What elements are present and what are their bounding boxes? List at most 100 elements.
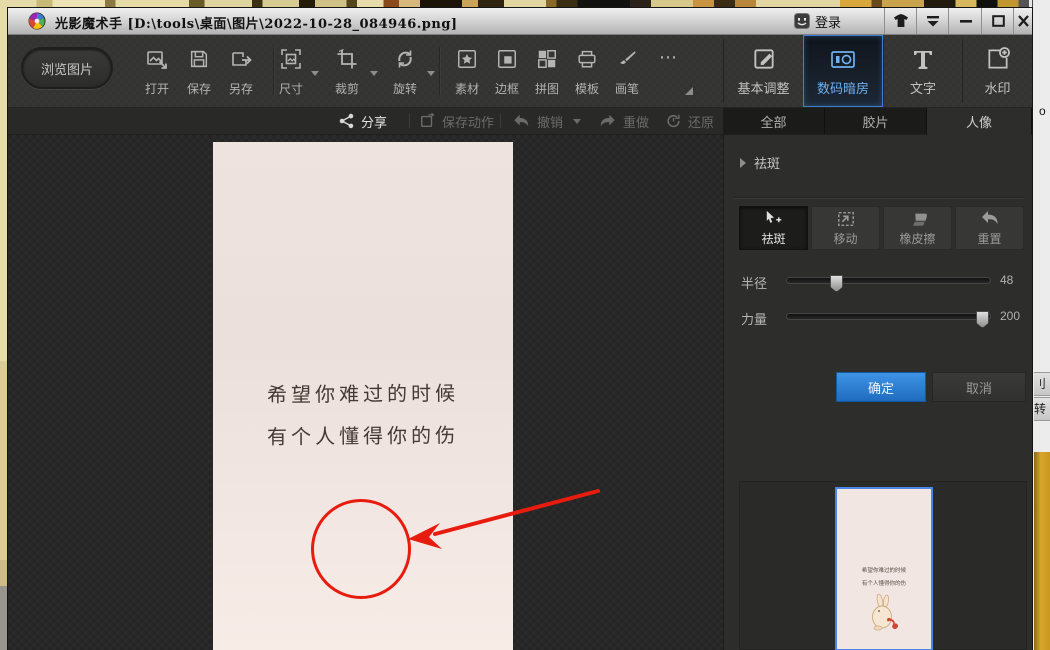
crop-dropdown-arrow-icon[interactable] [370, 71, 378, 76]
template-button[interactable]: 模板 [565, 44, 609, 99]
eraser-icon [907, 210, 929, 228]
chevron-right-icon [740, 158, 746, 168]
radius-slider-track[interactable] [786, 277, 991, 284]
actionbar-separator [500, 114, 501, 128]
corner-expand-icon [685, 87, 693, 95]
confirm-button[interactable]: 确定 [836, 372, 926, 402]
toolbar-separator [439, 47, 441, 95]
collapse-window-button[interactable] [916, 8, 949, 34]
resize-dropdown-arrow-icon[interactable] [311, 71, 319, 76]
frame-border-icon [496, 46, 518, 72]
brush-button[interactable]: 画笔 [605, 44, 649, 99]
reset-undo-icon [980, 210, 1000, 228]
thumbnail-strip: 希望你难过的时候 有个人懂得你的伤 [739, 481, 1027, 650]
ellipsis-icon: ⋯ [659, 47, 678, 68]
tab-portrait[interactable]: 人像 [927, 108, 1032, 135]
resize-icon [279, 46, 303, 72]
tab-all-filters[interactable]: 全部 [723, 108, 825, 135]
login-button[interactable]: 登录 [794, 8, 841, 34]
actionbar-separator [409, 114, 410, 128]
blemish-cursor-icon [763, 210, 785, 228]
window-title: 光影魔术手 [D:\tools\桌面\图片\2022-10-28_084946.… [55, 13, 458, 32]
double-chevron-down-icon [926, 15, 940, 27]
right-panel: 祛斑 祛斑 移动 [723, 135, 1032, 650]
share-button[interactable]: 分享 [338, 108, 387, 134]
close-button[interactable] [1013, 8, 1033, 34]
restore-icon [665, 113, 682, 129]
restore-button[interactable]: 还原 [665, 108, 714, 134]
collage-grid-icon [536, 46, 558, 72]
mode-digital-darkroom-button[interactable]: 数码暗房 [803, 35, 883, 107]
collage-button[interactable]: 拼图 [525, 44, 569, 99]
minimize-button[interactable] [948, 8, 982, 34]
edit-square-icon [751, 46, 777, 72]
rabbit-illustration [865, 593, 905, 635]
image-thumbnail[interactable]: 希望你难过的时候 有个人懂得你的伤 [835, 487, 933, 650]
browse-images-button[interactable]: 浏览图片 [21, 47, 113, 89]
strength-slider-thumb[interactable] [976, 311, 989, 328]
mode-text-button[interactable]: 文字 [884, 35, 962, 107]
login-label: 登录 [815, 12, 841, 31]
desktop-background-top [0, 0, 1050, 8]
redo-icon [598, 113, 617, 129]
watermark-icon [985, 46, 1011, 72]
strength-value: 200 [1000, 309, 1020, 323]
undo-button[interactable]: 撤销 [512, 108, 581, 134]
minimize-icon [959, 15, 973, 27]
save-action-icon [419, 113, 436, 129]
shirt-icon [893, 14, 909, 28]
redo-button[interactable]: 重做 [598, 108, 649, 134]
mode-watermark-button[interactable]: 水印 [963, 35, 1032, 107]
close-icon [1017, 15, 1030, 27]
save-icon [188, 46, 210, 72]
action-bar: 分享 保存动作 撤销 [8, 108, 723, 135]
crop-icon [335, 46, 359, 72]
desktop-background-left [0, 8, 8, 650]
tab-film[interactable]: 胶片 [825, 108, 927, 135]
save-button[interactable]: 保存 [177, 44, 221, 99]
crop-button[interactable]: 裁剪 [325, 44, 369, 99]
radius-slider-thumb[interactable] [830, 275, 843, 292]
section-divider [734, 197, 1024, 199]
open-icon [145, 46, 169, 72]
tool-reset-button[interactable]: 重置 [955, 206, 1024, 250]
tool-blemish-button[interactable]: 祛斑 [739, 206, 808, 250]
edge-text-fragment: o [1039, 104, 1046, 118]
save-as-button[interactable]: 另存 [219, 44, 263, 99]
canvas-area[interactable]: 希望你难过的时候 有个人懂得你的伤 [8, 135, 723, 650]
mode-basic-adjust-button[interactable]: 基本调整 [724, 35, 803, 107]
browse-images-label: 浏览图片 [41, 59, 93, 78]
rotate-button[interactable]: 旋转 [383, 44, 427, 99]
maximize-icon [992, 15, 1005, 27]
save-action-button[interactable]: 保存动作 [419, 108, 494, 134]
material-button[interactable]: 素材 [445, 44, 489, 99]
tool-move-button[interactable]: 移动 [811, 206, 880, 250]
strength-slider-track[interactable] [786, 313, 991, 320]
skin-theme-button[interactable] [884, 8, 917, 34]
maximize-button[interactable] [981, 8, 1014, 34]
thumbnail-text-line1: 希望你难过的时候 [841, 565, 927, 573]
undo-icon [512, 113, 531, 129]
cancel-button[interactable]: 取消 [932, 372, 1026, 402]
rotate-dropdown-arrow-icon[interactable] [427, 71, 435, 76]
red-arrow-annotation [8, 135, 723, 650]
material-star-icon [456, 46, 478, 72]
app-root: o 刂 转 光影魔术手 [D:\tools\桌面\图片\2022-10-28_0… [0, 0, 1050, 650]
template-printer-icon [575, 46, 599, 72]
main-toolbar: 浏览图片 打开 [8, 35, 1032, 108]
app-logo-icon [28, 12, 46, 30]
thumbnail-text-line2: 有个人懂得你的伤 [841, 578, 927, 586]
edge-button-fragment: 刂 [1034, 372, 1050, 396]
share-icon [338, 113, 355, 129]
text-T-icon [911, 46, 935, 72]
undo-dropdown-arrow-icon[interactable] [573, 119, 581, 124]
tool-eraser-button[interactable]: 橡皮擦 [883, 206, 952, 250]
frame-border-button[interactable]: 边框 [485, 44, 529, 99]
radius-value: 48 [1000, 273, 1013, 287]
more-tools-button[interactable]: ⋯ [653, 45, 697, 99]
save-as-icon [229, 46, 253, 72]
resize-button[interactable]: 尺寸 [269, 44, 313, 99]
section-header-blemish[interactable]: 祛斑 [740, 153, 780, 172]
background-window-sliver: o 刂 转 [1032, 0, 1050, 650]
open-button[interactable]: 打开 [135, 44, 179, 99]
